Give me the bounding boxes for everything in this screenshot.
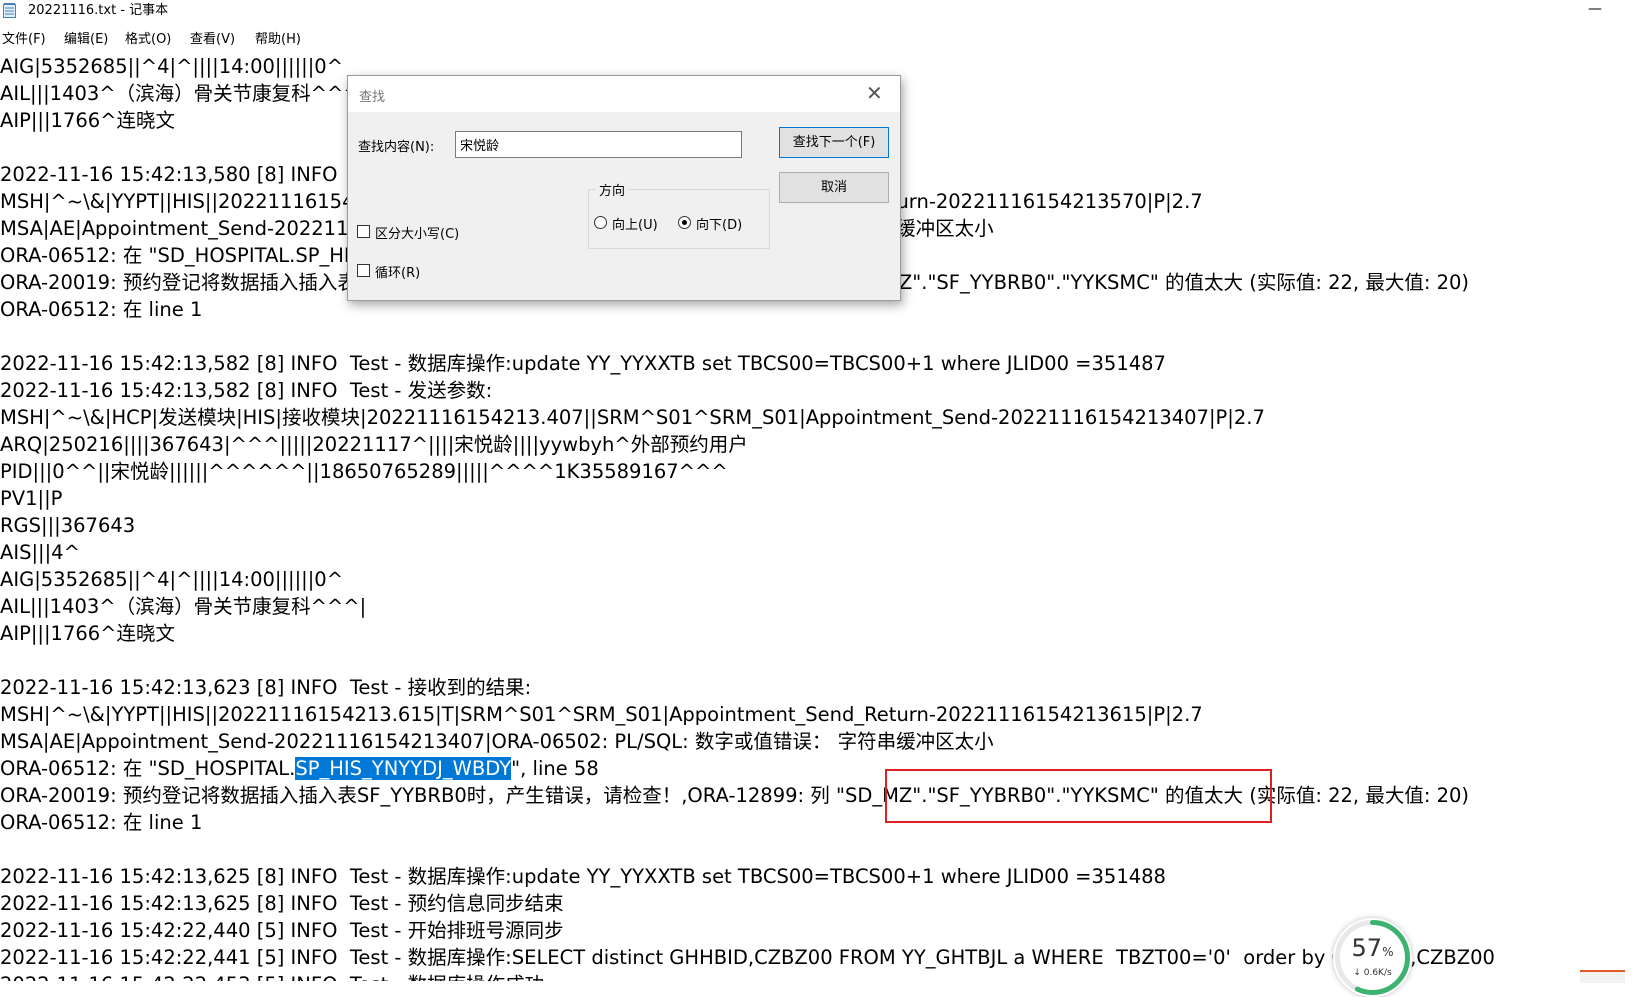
title-bar: 20221116.txt - 记事本 — [0,0,1633,22]
text-line: AIL|||1403^（滨海）骨关节康复科^^^| [0,82,367,105]
menu-view[interactable]: 查看(V) [190,29,235,51]
text-line: AIL|||1403^（滨海）骨关节康复科^^^| [0,595,367,618]
find-input[interactable] [455,131,742,158]
close-icon[interactable]: ✕ [866,81,883,105]
menu-help[interactable]: 帮助(H) [255,29,301,51]
match-case-checkbox[interactable] [357,225,370,238]
text-line: 2022-11-16 15:42:13,625 [8] INFO Test - … [0,865,1166,888]
notepad-icon [3,3,16,18]
direction-up-label: 向上(U) [612,218,658,233]
usage-percent-value: 57 [1351,934,1383,962]
direction-down-radio[interactable] [678,216,691,229]
selected-text: SP_HIS_YNYYDJ_WBDY [295,757,512,780]
minimize-button[interactable]: — [1575,0,1615,22]
dialog-title-bar: 查找 ✕ [348,76,900,112]
text-line: 2022-11-16 15:42:22,440 [5] INFO Test - … [0,919,564,942]
text-segment: ", line 58 [511,757,599,780]
direction-label: 方向 [596,180,629,199]
text-line: AIG|5352685||^4|^||||14:00||||||0^ [0,568,344,591]
text-line: MSH|^~\&|HCP|发送模块|HIS|接收模块|2022111615421… [0,406,1265,429]
corner-tab [1580,970,1625,983]
text-line: 2022-11-16 15:42:13,582 [8] INFO Test - … [0,379,493,402]
find-dialog: 查找 ✕ 查找内容(N): 查找下一个(F) 取消 方向 向上(U) 向下(D)… [347,75,901,301]
text-line: ORA-06512: 在 "SD_HOSPITAL.SP_HIS_YNYYDJ_… [0,755,599,782]
text-line: ARQ|250216||||367643|^^^|||||20221117^||… [0,433,748,456]
menu-edit[interactable]: 编辑(E) [64,29,108,51]
window-title: 20221116.txt - 记事本 [28,3,169,18]
radio-selected-dot [682,220,687,225]
match-case-label: 区分大小写(C) [375,227,460,242]
text-line: AIP|||1766^连晓文 [0,622,176,645]
network-speed-widget[interactable]: 57% ↓ 0.6K/s [1333,918,1412,997]
text-line: 2022-11-16 15:42:13,582 [8] INFO Test - … [0,352,1166,375]
text-line: ORA-06512: 在 line 1 [0,811,203,834]
cancel-button[interactable]: 取消 [779,172,889,203]
text-line: AIP|||1766^连晓文 [0,109,176,132]
text-line: RGS|||367643 [0,514,136,537]
download-speed: ↓ 0.6K/s [1353,968,1392,978]
usage-percent: 57% [1333,934,1412,962]
text-line: ORA-06512: 在 line 1 [0,298,203,321]
find-label: 查找内容(N): [358,140,435,155]
wrap-label: 循环(R) [375,266,421,281]
wrap-checkbox[interactable] [357,264,370,277]
direction-down-label: 向下(D) [696,218,743,233]
find-next-button[interactable]: 查找下一个(F) [779,127,889,158]
text-line: 2022-11-16 15:42:22,441 [5] INFO Test - … [0,946,1495,969]
menu-file[interactable]: 文件(F) [2,29,46,51]
text-segment: ORA-06512: 在 "SD_HOSPITAL. [0,757,296,780]
dialog-title: 查找 [359,90,386,105]
text-line: PV1||P [0,487,63,510]
text-line: MSH|^~\&|YYPT||HIS||20221116154213.615|T… [0,703,1203,726]
direction-up-radio[interactable] [594,216,607,229]
text-line: 2022-11-16 15:42:13,625 [8] INFO Test - … [0,892,564,915]
text-line: 2022-11-16 15:42:22,453 [5] INFO Test - … [0,971,544,981]
text-line: 2022-11-16 15:42:13,623 [8] INFO Test - … [0,676,532,699]
usage-percent-unit: % [1382,945,1394,959]
text-line: PID|||0^^||宋悦龄||||||^^^^^^||18650765289|… [0,460,728,483]
text-line: AIS|||4^ [0,541,80,564]
menu-format[interactable]: 格式(O) [125,29,171,51]
text-line: AIG|5352685||^4|^||||14:00||||||0^ [0,55,344,78]
highlight-annotation-box [885,769,1272,823]
text-line: MSA|AE|Appointment_Send-2022111615421340… [0,730,994,753]
